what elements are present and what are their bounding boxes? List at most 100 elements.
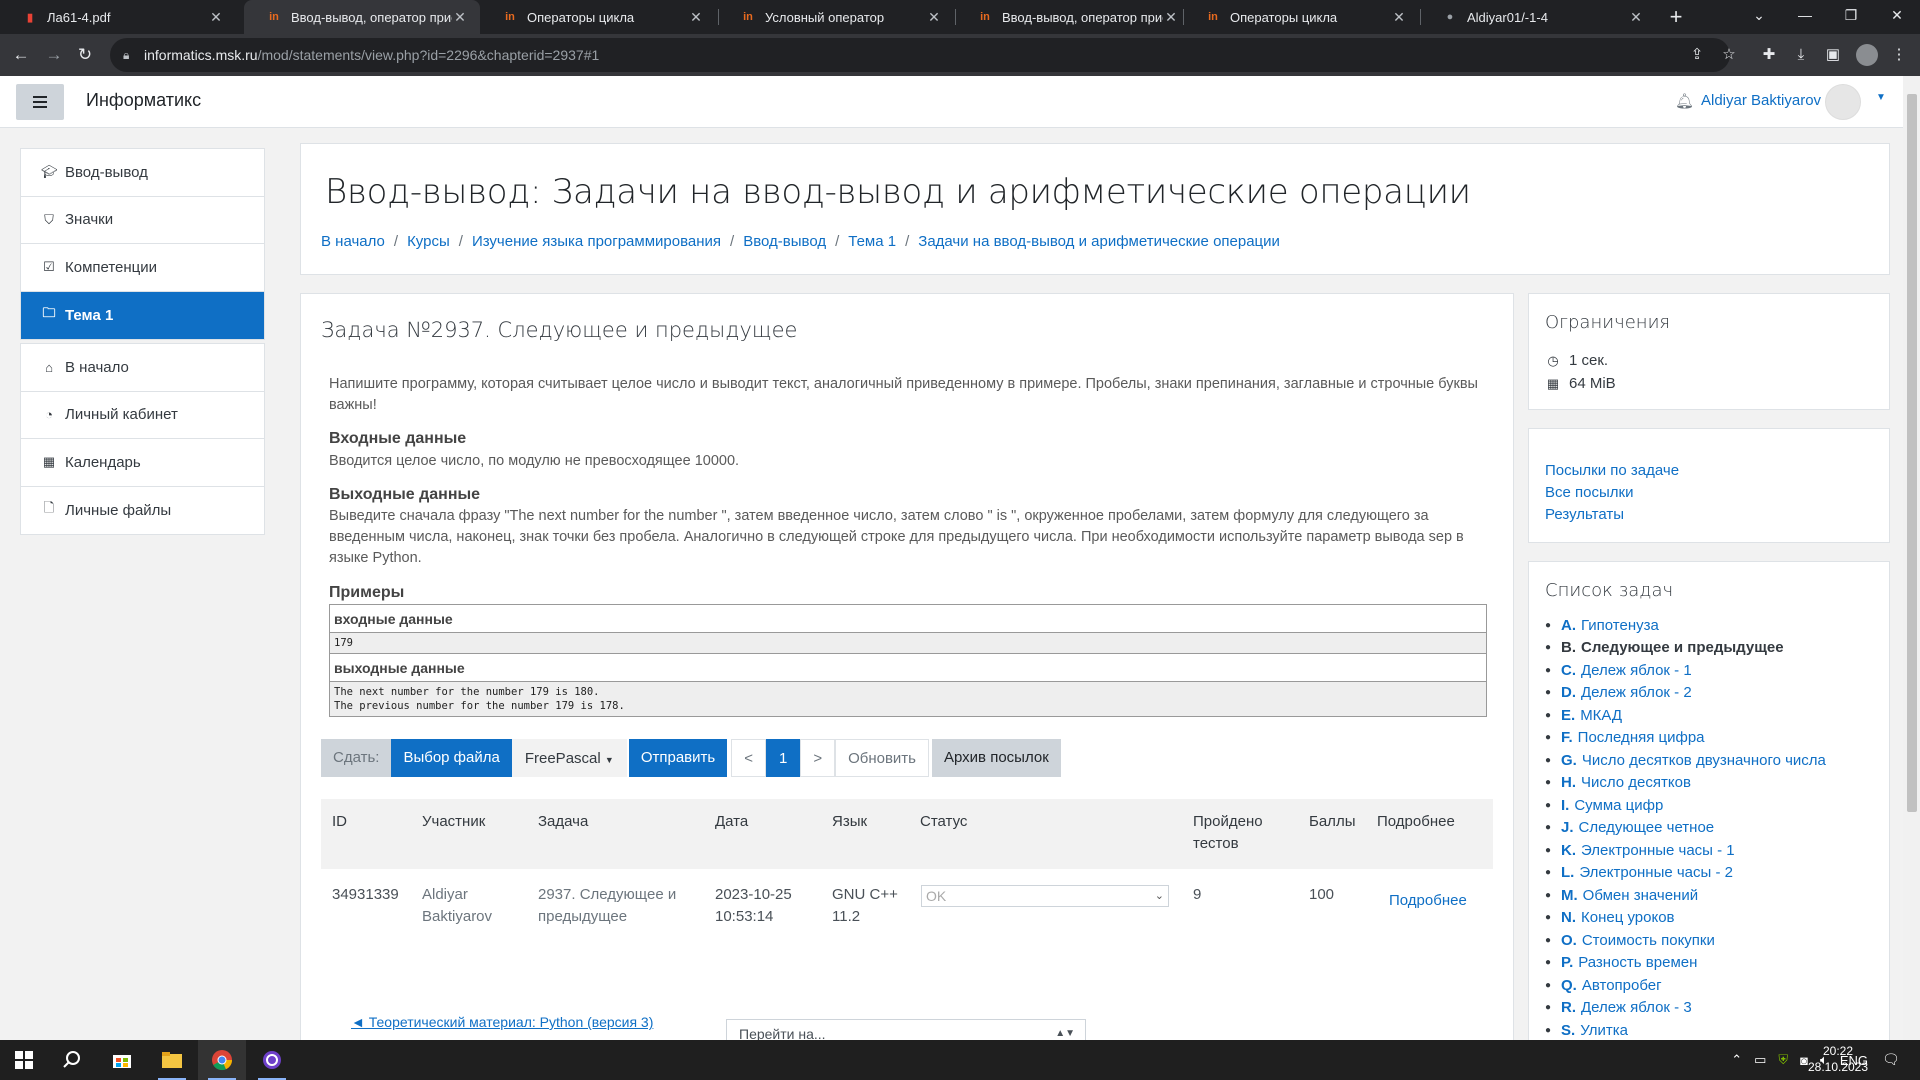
send-button[interactable]: Отправить [628,739,728,777]
back-icon[interactable]: ← [6,40,36,70]
profile-avatar[interactable] [1856,44,1878,66]
list-item[interactable]: ● J. Следующее четное [1545,817,1885,840]
close-window-button[interactable]: ✕ [1874,0,1920,34]
output-heading: Выходные данные [329,486,481,503]
list-item[interactable]: ● D. Дележ яблок - 2 [1545,682,1885,705]
breadcrumb-current[interactable]: Задачи на ввод-вывод и арифметические оп… [918,233,1280,250]
browser-tab[interactable]: in Операторы цикла ✕ [480,0,716,34]
input-heading: Входные данные [329,430,467,447]
caret-down-icon[interactable]: ▼ [1876,92,1886,103]
address-bar[interactable]: 🔒︎ informatics.msk.ru/mod/statements/vie… [110,38,1730,72]
avatar[interactable] [1825,84,1861,120]
close-icon[interactable]: ✕ [208,9,224,26]
list-item[interactable]: ● G. Число десятков двузначного числа [1545,749,1885,772]
nav-item-private-files[interactable]: 🗋 Личные файлы [21,487,264,535]
status-select[interactable]: OK ⌄ [921,885,1169,907]
nav-item-calendar[interactable]: ▦ Календарь [21,439,264,487]
nav-item-competencies[interactable]: ☑ Компетенции [21,244,264,292]
page-scrollbar[interactable] [1903,76,1920,1040]
breadcrumb-section[interactable]: Ввод-вывод [743,233,826,250]
all-runs-link[interactable]: Все посылки [1545,484,1633,501]
reload-icon[interactable]: ↻ [70,40,100,70]
details-link[interactable]: Подробнее [1389,892,1467,909]
choose-file-button[interactable]: Выбор файла [391,739,512,777]
user-menu-name[interactable]: Aldiyar Baktiyarov [1701,92,1821,109]
shield-check-icon[interactable]: ⛨ [1778,1052,1788,1068]
hamburger-menu-button[interactable] [16,84,64,120]
example-input-label: входные данные [330,605,1486,633]
side-panel-icon[interactable]: ▣ [1822,44,1844,66]
problem-runs-link[interactable]: Посылки по задаче [1545,462,1679,479]
nav-item-course[interactable]: 🎓︎ Ввод-вывод [21,149,264,197]
github-desktop-icon[interactable] [248,1040,296,1080]
breadcrumb-course[interactable]: Изучение языка программирования [472,233,721,250]
list-item[interactable]: ● C. Дележ яблок - 1 [1545,659,1885,682]
site-name[interactable]: Информатикс [86,90,201,111]
breadcrumb-home[interactable]: В начало [321,233,385,250]
restore-button[interactable]: ❐ [1828,0,1874,34]
task-letter: I. [1561,796,1570,814]
pagination-page[interactable]: 1 [765,739,801,777]
browser-tab[interactable]: in Условный оператор ✕ [718,0,954,34]
browser-tab[interactable]: ▮ Ла61-4.pdf ✕ [0,0,236,34]
scrollbar-thumb[interactable] [1907,94,1917,812]
forward-icon[interactable]: → [39,40,69,70]
menu-dots-icon[interactable]: ⋮ [1888,44,1910,66]
close-icon[interactable]: ✕ [452,9,468,26]
close-icon[interactable]: ✕ [688,9,704,26]
list-item[interactable]: ● O. Стоимость покупки [1545,929,1885,952]
share-icon[interactable]: ⇪ [1686,44,1708,66]
list-item[interactable]: ● F. Последняя цифра [1545,727,1885,750]
extensions-icon[interactable]: ✚ [1758,44,1780,66]
notification-icon[interactable]: 🗨︎ [1882,1051,1900,1068]
list-item[interactable]: ● N. Конец уроков [1545,907,1885,930]
close-icon[interactable]: ✕ [926,9,942,26]
archive-button[interactable]: Архив посылок [932,739,1061,777]
list-item[interactable]: ● M. Обмен значений [1545,884,1885,907]
bell-icon[interactable]: 🔔︎ [1675,92,1694,110]
minimize-button[interactable]: — [1782,0,1828,34]
nav-item-dashboard[interactable]: ◔ Личный кабинет [21,392,264,439]
search-icon[interactable] [48,1040,96,1080]
new-tab-button[interactable]: + [1662,4,1690,30]
breadcrumb-courses[interactable]: Курсы [407,233,450,250]
nav-item-badges[interactable]: ⛉ Значки [21,197,264,244]
chrome-icon[interactable] [198,1040,246,1080]
tab-search-icon[interactable]: ⌄ [1736,0,1782,34]
list-item[interactable]: ● A. Гипотенуза [1545,614,1885,637]
list-item[interactable]: ● S. Улитка [1545,1019,1885,1042]
chevron-up-icon[interactable]: ⌃ [1731,1052,1742,1068]
bookmark-star-icon[interactable]: ☆ [1718,44,1740,66]
download-icon[interactable]: ⤓ [1790,44,1812,66]
file-explorer-icon[interactable] [148,1040,196,1080]
close-icon[interactable]: ✕ [1628,9,1644,26]
display-icon[interactable]: ▭ [1754,1052,1766,1068]
browser-tab[interactable]: ● Aldiyar01/-1-4 ✕ [1420,0,1656,34]
browser-tab-active[interactable]: in Ввод-вывод, оператор присва ✕ [244,0,480,34]
refresh-button[interactable]: Обновить [835,739,929,777]
close-icon[interactable]: ✕ [1163,9,1179,26]
list-item[interactable]: ● E. МКАД [1545,704,1885,727]
windows-start-icon[interactable] [0,1040,48,1080]
pagination-next[interactable]: > [800,739,836,777]
prev-activity-link[interactable]: ◄ Теоретический материал: Python (версия… [351,1014,653,1030]
list-item[interactable]: ● H. Число десятков [1545,772,1885,795]
clock[interactable]: 20:22 28.10.2023 [1800,1043,1876,1075]
store-icon[interactable] [98,1040,146,1080]
list-item[interactable]: ● P. Разность времен [1545,952,1885,975]
browser-tab[interactable]: in Ввод-вывод, оператор присва ✕ [955,0,1191,34]
list-item[interactable]: ● I. Сумма цифр [1545,794,1885,817]
list-item[interactable]: ● K. Электронные часы - 1 [1545,839,1885,862]
results-link[interactable]: Результаты [1545,506,1624,523]
close-icon[interactable]: ✕ [1391,9,1407,26]
list-item[interactable]: ● L. Электронные часы - 2 [1545,862,1885,885]
list-item[interactable]: ● Q. Автопробег [1545,974,1885,997]
breadcrumb-topic[interactable]: Тема 1 [848,233,896,250]
browser-tab[interactable]: in Операторы цикла ✕ [1183,0,1419,34]
task-list-card: Список задач ● A. Гипотенуза ● B. Следующее … [1528,561,1890,1061]
nav-item-home[interactable]: ⌂ В начало [21,344,264,392]
pagination-prev[interactable]: < [731,739,766,777]
language-select[interactable]: FreePascal ▼ [511,739,627,777]
nav-item-topic-1[interactable]: 🗀 Тема 1 [21,291,264,339]
list-item[interactable]: ● R. Дележ яблок - 3 [1545,997,1885,1020]
